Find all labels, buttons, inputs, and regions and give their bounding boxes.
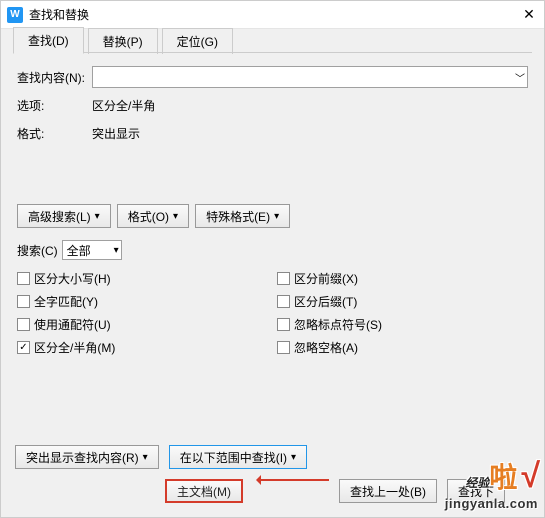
- format-value: 突出显示: [92, 125, 140, 142]
- app-logo-icon: W: [7, 7, 23, 23]
- chevron-down-icon: ▾: [114, 245, 119, 256]
- checkbox-icon: [17, 295, 30, 308]
- check-wildcards[interactable]: 使用通配符(U): [17, 316, 277, 333]
- tab-replace[interactable]: 替换(P): [88, 28, 158, 54]
- options-value: 区分全/半角: [92, 97, 155, 114]
- highlight-all-label: 突出显示查找内容(R): [26, 449, 139, 466]
- content-area: 查找内容(N): ﹀ 选项: 区分全/半角 格式: 突出显示 高级搜索(L) ▾…: [1, 54, 544, 368]
- check-ignore-punct[interactable]: 忽略标点符号(S): [277, 316, 382, 333]
- chevron-down-icon[interactable]: ﹀: [515, 70, 525, 85]
- search-direction-value: 全部: [67, 242, 91, 259]
- dialog-window: W 查找和替换 ✕ 查找(D) 替换(P) 定位(G) 查找内容(N): ﹀ 选…: [0, 0, 545, 518]
- options-grid: 区分大小写(H) 全字匹配(Y) 使用通配符(U) 区分全/半角(M) 区分前缀…: [17, 270, 528, 356]
- main-doc-button[interactable]: 主文档(M): [165, 479, 243, 503]
- annotation-arrow: [259, 479, 329, 481]
- check-prefix[interactable]: 区分前缀(X): [277, 270, 382, 287]
- find-what-row: 查找内容(N): ﹀: [17, 66, 528, 88]
- check-label: 区分大小写(H): [34, 270, 111, 287]
- highlight-all-button[interactable]: 突出显示查找内容(R) ▾: [15, 445, 159, 469]
- check-full-half[interactable]: 区分全/半角(M): [17, 339, 277, 356]
- tab-strip: 查找(D) 替换(P) 定位(G): [1, 29, 544, 53]
- format-button-label: 格式(O): [128, 208, 169, 225]
- check-ignore-space[interactable]: 忽略空格(A): [277, 339, 382, 356]
- checkbox-icon: [277, 295, 290, 308]
- main-doc-label: 主文档(M): [177, 483, 231, 500]
- options-col-left: 区分大小写(H) 全字匹配(Y) 使用通配符(U) 区分全/半角(M): [17, 270, 277, 356]
- format-button[interactable]: 格式(O) ▾: [117, 204, 189, 228]
- chevron-down-icon: ▾: [143, 452, 148, 463]
- special-format-button[interactable]: 特殊格式(E) ▾: [195, 204, 290, 228]
- chevron-down-icon: ▾: [173, 211, 178, 222]
- footer-row-2: 主文档(M) 查找上一处(B) 查找下: [15, 479, 530, 503]
- find-in-label: 在以下范围中查找(I): [180, 449, 287, 466]
- footer-row-1: 突出显示查找内容(R) ▾ 在以下范围中查找(I) ▾: [15, 445, 530, 469]
- special-format-label: 特殊格式(E): [206, 208, 270, 225]
- check-label: 使用通配符(U): [34, 316, 111, 333]
- find-what-input[interactable]: ﹀: [92, 66, 528, 88]
- checkbox-icon: [17, 318, 30, 331]
- find-next-label: 查找下: [458, 483, 494, 500]
- chevron-down-icon: ▾: [291, 452, 296, 463]
- checkbox-icon: [277, 341, 290, 354]
- window-title: 查找和替换: [29, 6, 520, 23]
- checkbox-icon: [17, 272, 30, 285]
- checkbox-icon: [277, 272, 290, 285]
- options-label: 选项:: [17, 97, 92, 114]
- search-direction-label: 搜索(C): [17, 242, 58, 259]
- find-prev-button[interactable]: 查找上一处(B): [339, 479, 437, 503]
- footer: 突出显示查找内容(R) ▾ 在以下范围中查找(I) ▾ 主文档(M) 查找上一处…: [1, 437, 544, 517]
- check-match-case[interactable]: 区分大小写(H): [17, 270, 277, 287]
- find-what-label: 查找内容(N):: [17, 69, 92, 86]
- find-next-button[interactable]: 查找下: [447, 479, 505, 503]
- tab-find[interactable]: 查找(D): [13, 27, 84, 54]
- chevron-down-icon: ▾: [95, 211, 100, 222]
- search-direction-select[interactable]: 全部 ▾: [62, 240, 122, 260]
- search-direction-row: 搜索(C) 全部 ▾: [17, 240, 528, 260]
- tab-goto[interactable]: 定位(G): [162, 28, 233, 54]
- advanced-search-label: 高级搜索(L): [28, 208, 91, 225]
- format-row: 格式: 突出显示: [17, 122, 528, 144]
- format-label: 格式:: [17, 125, 92, 142]
- check-label: 区分后缀(T): [294, 293, 357, 310]
- checkbox-icon: [17, 341, 30, 354]
- check-label: 区分全/半角(M): [34, 339, 115, 356]
- check-label: 忽略空格(A): [294, 339, 358, 356]
- toolbar-row: 高级搜索(L) ▾ 格式(O) ▾ 特殊格式(E) ▾: [17, 204, 528, 228]
- check-label: 全字匹配(Y): [34, 293, 98, 310]
- advanced-search-button[interactable]: 高级搜索(L) ▾: [17, 204, 111, 228]
- check-whole-word[interactable]: 全字匹配(Y): [17, 293, 277, 310]
- check-label: 区分前缀(X): [294, 270, 358, 287]
- find-prev-label: 查找上一处(B): [350, 483, 426, 500]
- options-col-right: 区分前缀(X) 区分后缀(T) 忽略标点符号(S) 忽略空格(A): [277, 270, 382, 356]
- chevron-down-icon: ▾: [274, 211, 279, 222]
- find-in-button[interactable]: 在以下范围中查找(I) ▾: [169, 445, 307, 469]
- tab-underline: [13, 52, 532, 53]
- check-suffix[interactable]: 区分后缀(T): [277, 293, 382, 310]
- options-row: 选项: 区分全/半角: [17, 94, 528, 116]
- close-icon[interactable]: ✕: [520, 6, 538, 24]
- check-label: 忽略标点符号(S): [294, 316, 382, 333]
- titlebar: W 查找和替换 ✕: [1, 1, 544, 29]
- checkbox-icon: [277, 318, 290, 331]
